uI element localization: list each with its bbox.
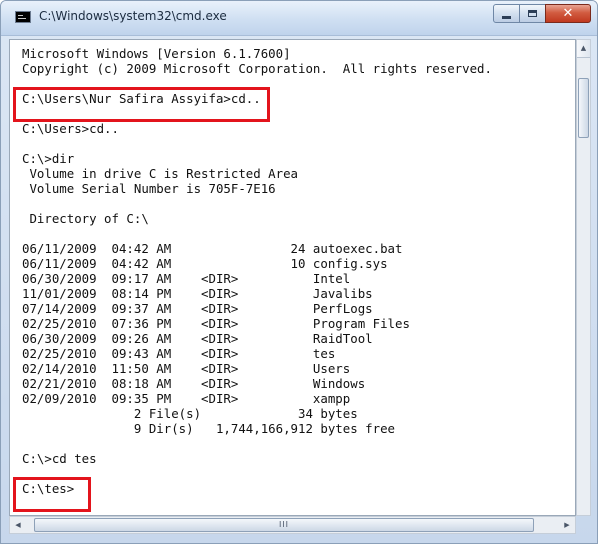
console-line: 02/21/2010 08:18 AM <DIR> Windows <box>22 376 366 391</box>
console-lines: Microsoft Windows [Version 6.1.7600] Copy… <box>22 46 492 496</box>
console-line: 06/30/2009 09:17 AM <DIR> Intel <box>22 271 351 286</box>
console-line: 07/14/2009 09:37 AM <DIR> PerfLogs <box>22 301 373 316</box>
console-line: C:\>cd tes <box>22 451 97 466</box>
scroll-left-icon: ◀ <box>15 521 21 529</box>
minimize-icon <box>502 15 511 19</box>
scroll-grip-icon: III <box>278 520 290 529</box>
maximize-icon <box>528 10 537 17</box>
maximize-button[interactable] <box>519 4 546 23</box>
console-line: Volume Serial Number is 705F-7E16 <box>22 181 276 196</box>
title-bar[interactable]: C:\Windows\system32\cmd.exe ✕ <box>1 1 597 36</box>
console-line: 11/01/2009 08:14 PM <DIR> Javalibs <box>22 286 373 301</box>
scroll-right-icon: ▶ <box>564 521 570 529</box>
console-line: 02/09/2010 09:35 PM <DIR> xampp <box>22 391 351 406</box>
console-line: Microsoft Windows [Version 6.1.7600] <box>22 46 291 61</box>
console-line: Volume in drive C is Restricted Area <box>22 166 299 181</box>
horizontal-scrollbar[interactable]: ◀ III ▶ <box>9 516 576 534</box>
vertical-scrollbar[interactable]: ▲ <box>576 39 591 516</box>
console-line: C:\tes> <box>22 481 75 496</box>
cmd-icon[interactable] <box>15 11 31 23</box>
close-icon: ✕ <box>562 6 574 21</box>
console-line: 02/25/2010 07:36 PM <DIR> Program Files <box>22 316 410 331</box>
console-line: Copyright (c) 2009 Microsoft Corporation… <box>22 61 492 76</box>
console-line: 06/11/2009 04:42 AM 10 config.sys <box>22 256 388 271</box>
console-output[interactable]: Microsoft Windows [Version 6.1.7600] Copy… <box>9 39 576 516</box>
console-line: C:\>dir <box>22 151 75 166</box>
console-line: 9 Dir(s) 1,744,166,912 bytes free <box>22 421 395 436</box>
scroll-up-icon: ▲ <box>580 44 587 52</box>
console-line: 02/14/2010 11:50 AM <DIR> Users <box>22 361 351 376</box>
console-line: C:\Users\Nur Safira Assyifa>cd.. <box>22 91 261 106</box>
minimize-button[interactable] <box>493 4 520 23</box>
scroll-left-button[interactable]: ◀ <box>10 517 26 533</box>
horizontal-scroll-thumb[interactable]: III <box>34 518 534 532</box>
console-line: 06/30/2009 09:26 AM <DIR> RaidTool <box>22 331 373 346</box>
console-line: 06/11/2009 04:42 AM 24 autoexec.bat <box>22 241 403 256</box>
console-line: C:\Users>cd.. <box>22 121 119 136</box>
scroll-right-button[interactable]: ▶ <box>559 517 575 533</box>
cmd-window: C:\Windows\system32\cmd.exe ✕ Microsoft … <box>0 0 598 544</box>
close-button[interactable]: ✕ <box>545 4 591 23</box>
console-line: Directory of C:\ <box>22 211 149 226</box>
scroll-up-button[interactable]: ▲ <box>577 40 590 58</box>
console-line: 02/25/2010 09:43 AM <DIR> tes <box>22 346 336 361</box>
vertical-scroll-thumb[interactable] <box>578 78 589 138</box>
window-title: C:\Windows\system32\cmd.exe <box>39 9 227 23</box>
console-line: 2 File(s) 34 bytes <box>22 406 358 421</box>
